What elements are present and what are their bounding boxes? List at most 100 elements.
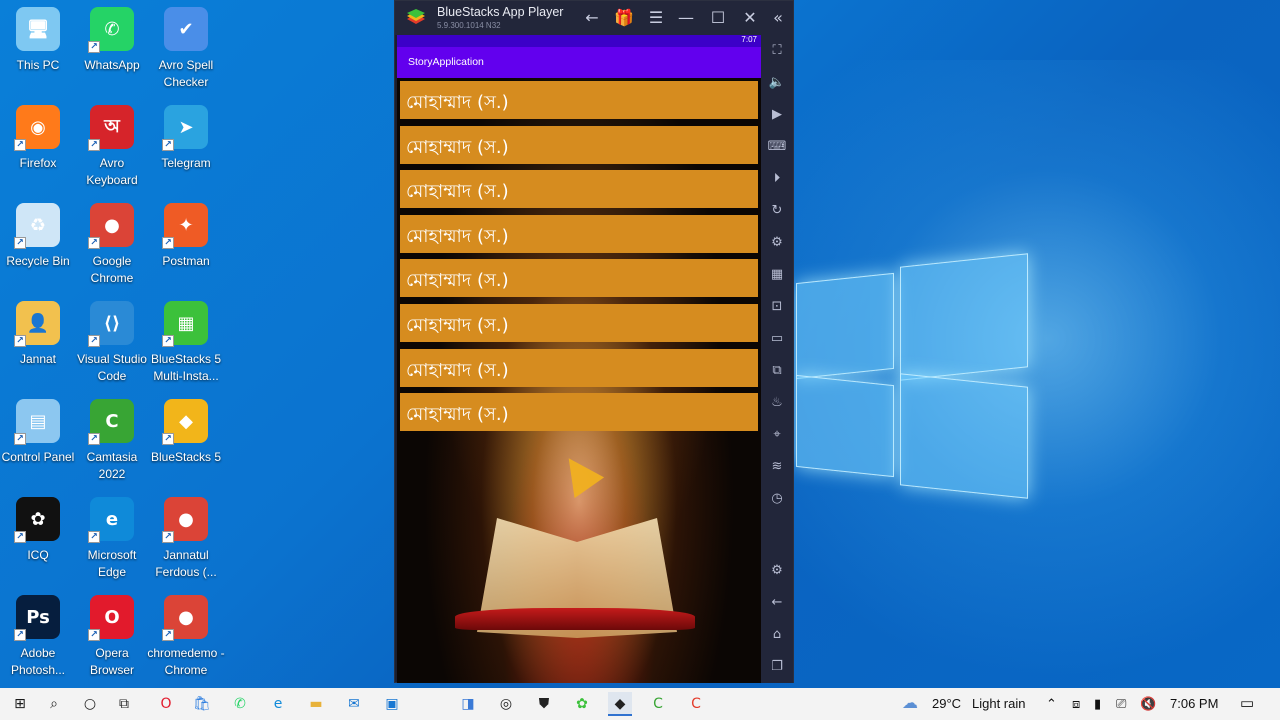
meet-now-icon[interactable]: ⧈ <box>1072 688 1080 720</box>
desktop-icon[interactable]: ● ↗ chromedemo - Chrome <box>147 595 225 679</box>
close-icon[interactable]: ✕ <box>739 7 761 29</box>
camtasia-taskbar-icon[interactable]: C <box>646 692 670 716</box>
app-icon: ◆ ↗ <box>162 399 208 445</box>
rotate-icon[interactable]: ↻ <box>767 201 787 221</box>
desktop-icon[interactable]: 🖥 This PC <box>0 7 77 74</box>
collapse-icon[interactable]: « <box>767 7 789 29</box>
shortcut-arrow-icon: ↗ <box>14 139 26 151</box>
performance-icon[interactable]: ◷ <box>767 489 787 509</box>
app-bar: StoryApplication <box>397 47 761 78</box>
desktop-icon[interactable]: ✦ ↗ Postman <box>147 203 225 270</box>
desktop-icon[interactable]: e ↗ Microsoft Edge <box>73 497 151 581</box>
desktop-icon[interactable]: ⟨⟩ ↗ Visual Studio Code <box>73 301 151 385</box>
story-list-item[interactable]: মোহাম্মাদ (স.) <box>400 393 758 432</box>
story-item-title: মোহাম্মাদ (স.) <box>406 136 509 158</box>
search-icon[interactable]: ⌕ <box>42 692 66 716</box>
story-list-item[interactable]: মোহাম্মাদ (স.) <box>400 214 758 253</box>
fullscreen-icon[interactable]: ⛶ <box>767 41 787 61</box>
location-icon[interactable]: ⌖ <box>767 425 787 445</box>
desktop-icon[interactable]: ● ↗ Jannatul Ferdous (... <box>147 497 225 581</box>
screen-record-icon[interactable]: ▶ <box>767 105 787 125</box>
desktop-icon[interactable]: ● ↗ Google Chrome <box>73 203 151 287</box>
volume-muted-icon[interactable]: 🔇 <box>1140 688 1156 720</box>
volume-icon[interactable]: 🔈 <box>767 73 787 93</box>
settings-icon[interactable]: ⚙ <box>767 561 787 581</box>
edge-taskbar-icon[interactable]: e <box>266 692 290 716</box>
story-list-item[interactable]: মোহাম্মাদ (স.) <box>400 304 758 342</box>
desktop-icon[interactable]: ✆ ↗ WhatsApp <box>73 7 151 74</box>
story-list-item[interactable]: মোহাম্মাদ (স.) <box>400 170 758 209</box>
cortana-icon[interactable]: ○ <box>78 692 102 716</box>
file-explorer-icon[interactable]: ▬ <box>304 692 328 716</box>
whatsapp-taskbar-icon[interactable]: ✆ <box>228 692 252 716</box>
desktop-icon[interactable]: ✿ ↗ ICQ <box>0 497 77 564</box>
story-list-item[interactable]: মোহাম্মাদ (স.) <box>400 259 758 298</box>
folder-icon[interactable]: ▭ <box>767 329 787 349</box>
bluestacks-taskbar-icon[interactable]: ◆ <box>608 692 632 716</box>
desktop-icon[interactable]: Ps ↗ Adobe Photosh... <box>0 595 77 679</box>
book-image-cover <box>455 608 695 630</box>
minimize-icon[interactable]: — <box>675 7 697 29</box>
shield-taskbar-icon[interactable]: ⛊ <box>532 692 556 716</box>
gift-icon[interactable]: 🎁 <box>613 7 635 29</box>
macro-icon[interactable]: ⏵ <box>767 169 787 189</box>
desktop-icon-label: Camtasia 2022 <box>86 450 138 481</box>
start-windows-icon[interactable]: ⊞ <box>8 692 32 716</box>
notification-center-icon[interactable]: ▭ <box>1240 688 1254 720</box>
menu-icon[interactable]: ☰ <box>645 7 667 29</box>
weather-desc[interactable]: Light rain <box>972 688 1025 720</box>
weather-temp[interactable]: 29°C <box>932 688 961 720</box>
app-icon: e ↗ <box>88 497 134 543</box>
store-taskbar-icon[interactable]: 🛍 <box>190 692 214 716</box>
desktop-icon[interactable]: ♻ ↗ Recycle Bin <box>0 203 77 270</box>
clock-time[interactable]: 7:06 PM <box>1170 688 1218 720</box>
opera-taskbar-icon[interactable]: O <box>154 692 178 716</box>
back-icon[interactable]: ← <box>581 7 603 29</box>
keyboard-icon[interactable]: ⌨ <box>767 137 787 157</box>
desktop-icon[interactable]: ✔ Avro Spell Checker <box>147 7 225 91</box>
desktop-icon[interactable]: O ↗ Opera Browser <box>73 595 151 679</box>
recents-icon[interactable]: ❐ <box>767 657 787 677</box>
desktop-icon[interactable]: ➤ ↗ Telegram <box>147 105 225 172</box>
layers-icon[interactable]: ≋ <box>767 457 787 477</box>
photos-icon[interactable]: ▣ <box>380 692 404 716</box>
usb-icon[interactable]: ▮ <box>1094 688 1101 720</box>
desktop-icon[interactable]: অ ↗ Avro Keyboard <box>73 105 151 189</box>
obs-taskbar-icon[interactable]: ◎ <box>494 692 518 716</box>
multi-instance-icon[interactable]: ⧉ <box>767 361 787 381</box>
desktop-icon-label: Avro Keyboard <box>86 156 138 187</box>
desktop-icon[interactable]: 👤 ↗ Jannat <box>0 301 77 368</box>
controls-icon[interactable]: ⚙ <box>767 233 787 253</box>
desktop-icon[interactable]: C ↗ Camtasia 2022 <box>73 399 151 483</box>
screenshot-icon[interactable]: ⊡ <box>767 297 787 317</box>
desktop-icon-label: Microsoft Edge <box>87 548 137 579</box>
story-item-title: মোহাম্মাদ (স.) <box>406 270 509 292</box>
story-list-item[interactable]: মোহাম্মাদ (স.) <box>400 348 758 387</box>
task-view-icon[interactable]: ⧉ <box>112 692 136 716</box>
avro-taskbar-icon[interactable]: ◨ <box>456 692 480 716</box>
desktop-icon[interactable]: ◉ ↗ Firefox <box>0 105 77 172</box>
app-icon: ✦ ↗ <box>162 203 208 249</box>
home-icon[interactable]: ⌂ <box>767 625 787 645</box>
bluestacks-titlebar[interactable]: BlueStacks App Player 5.9.300.1014 N32 ←… <box>395 1 793 35</box>
story-list-item[interactable]: মোহাম্মাদ (স.) <box>400 125 758 164</box>
status-time: 7:07 <box>741 35 757 44</box>
desktop-icon[interactable]: ▤ ↗ Control Panel <box>0 399 77 466</box>
camtasia-recorder-taskbar-icon[interactable]: C <box>684 692 708 716</box>
bluestacks-window[interactable]: BlueStacks App Player 5.9.300.1014 N32 ←… <box>394 0 794 683</box>
eco-mode-icon[interactable]: ♨ <box>767 393 787 413</box>
mail-icon[interactable]: ✉ <box>342 692 366 716</box>
show-hidden-icons[interactable]: ⌃ <box>1046 688 1057 720</box>
weather-cloud-icon[interactable]: ☁ <box>902 688 918 720</box>
apk-icon[interactable]: ▦ <box>767 265 787 285</box>
story-list-item[interactable]: মোহাম্মাদ (স.) <box>400 81 758 119</box>
shortcut-arrow-icon: ↗ <box>14 335 26 347</box>
network-icon[interactable]: ⎚ <box>1116 688 1126 720</box>
desktop-icon[interactable]: ▦ ↗ BlueStacks 5 Multi-Insta... <box>147 301 225 385</box>
icq-taskbar-icon[interactable]: ✿ <box>570 692 594 716</box>
maximize-icon[interactable]: ☐ <box>707 7 729 29</box>
desktop-icon[interactable]: ◆ ↗ BlueStacks 5 <box>147 399 225 466</box>
android-back-icon[interactable]: ← <box>767 593 787 613</box>
app-icon: ➤ ↗ <box>162 105 208 151</box>
android-screen[interactable]: 7:07 StoryApplication মোহাম্মাদ (স.) মোহা… <box>397 35 761 683</box>
